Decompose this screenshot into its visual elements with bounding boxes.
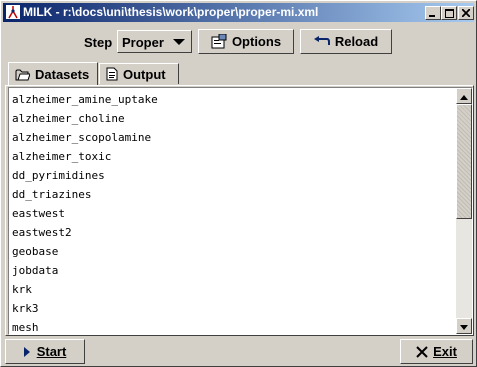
play-arrow-icon bbox=[23, 346, 32, 357]
list-item[interactable]: krk3 bbox=[11, 299, 455, 318]
list-item[interactable]: geobase bbox=[11, 242, 455, 261]
list-item[interactable]: alzheimer_toxic bbox=[11, 147, 455, 166]
step-dropdown[interactable]: Proper bbox=[117, 30, 192, 53]
exit-label: Exit bbox=[433, 344, 457, 359]
options-icon bbox=[211, 34, 227, 49]
list-item[interactable]: jobdata bbox=[11, 261, 455, 280]
arrow-up-icon bbox=[460, 89, 468, 103]
folder-icon bbox=[15, 68, 30, 81]
options-button[interactable]: Options bbox=[198, 29, 294, 54]
maximize-button[interactable] bbox=[441, 6, 457, 20]
tab-datasets[interactable]: Datasets bbox=[8, 62, 98, 85]
arrow-down-icon bbox=[460, 319, 468, 333]
start-label: Start bbox=[36, 344, 67, 359]
list-item[interactable]: dd_pyrimidines bbox=[11, 166, 455, 185]
minimize-button[interactable] bbox=[425, 6, 441, 20]
list-item[interactable]: krk bbox=[11, 280, 455, 299]
tab-output[interactable]: Output bbox=[99, 63, 179, 84]
list-item[interactable]: dd_triazines bbox=[11, 185, 455, 204]
application-window: MILK - r:\docs\uni\thesis\work\proper\pr… bbox=[0, 0, 477, 367]
close-icon bbox=[416, 345, 428, 358]
window-title: MILK - r:\docs\uni\thesis\work\proper\pr… bbox=[23, 5, 319, 19]
exit-button[interactable]: Exit bbox=[400, 339, 473, 364]
close-button[interactable] bbox=[458, 6, 474, 20]
list-item[interactable]: alzheimer_amine_uptake bbox=[11, 90, 455, 109]
scroll-up-button[interactable] bbox=[456, 88, 472, 104]
bottom-bar: Start Exit bbox=[1, 337, 476, 366]
start-button[interactable]: Start bbox=[5, 339, 85, 364]
vertical-scrollbar[interactable] bbox=[456, 88, 472, 334]
minimize-icon bbox=[429, 9, 437, 17]
title-bar[interactable]: MILK - r:\docs\uni\thesis\work\proper\pr… bbox=[3, 3, 474, 22]
step-dropdown-value: Proper bbox=[122, 35, 164, 50]
chevron-down-icon bbox=[173, 39, 185, 45]
datasets-list-frame: alzheimer_amine_uptake alzheimer_choline… bbox=[8, 87, 473, 335]
list-item[interactable]: alzheimer_choline bbox=[11, 109, 455, 128]
list-item[interactable]: alzheimer_scopolamine bbox=[11, 128, 455, 147]
close-icon bbox=[462, 9, 470, 17]
datasets-panel: alzheimer_amine_uptake alzheimer_choline… bbox=[5, 85, 474, 336]
milk-app-icon[interactable] bbox=[6, 5, 20, 19]
document-icon bbox=[106, 67, 118, 81]
list-item[interactable]: eastwest2 bbox=[11, 223, 455, 242]
datasets-list[interactable]: alzheimer_amine_uptake alzheimer_choline… bbox=[11, 90, 455, 334]
options-label: Options bbox=[231, 34, 282, 49]
reload-label: Reload bbox=[334, 34, 379, 49]
scroll-down-button[interactable] bbox=[456, 318, 472, 334]
reload-button[interactable]: Reload bbox=[300, 29, 392, 54]
reload-icon bbox=[313, 35, 330, 48]
scrollbar-thumb[interactable] bbox=[456, 104, 472, 219]
step-label: Step bbox=[84, 35, 113, 50]
list-item[interactable]: mesh bbox=[11, 318, 455, 334]
tab-datasets-label: Datasets bbox=[35, 66, 90, 82]
list-item[interactable]: eastwest bbox=[11, 204, 455, 223]
tab-output-label: Output bbox=[123, 66, 166, 82]
toolbar: Step Proper Options Reload bbox=[1, 25, 476, 61]
maximize-icon bbox=[444, 8, 454, 18]
